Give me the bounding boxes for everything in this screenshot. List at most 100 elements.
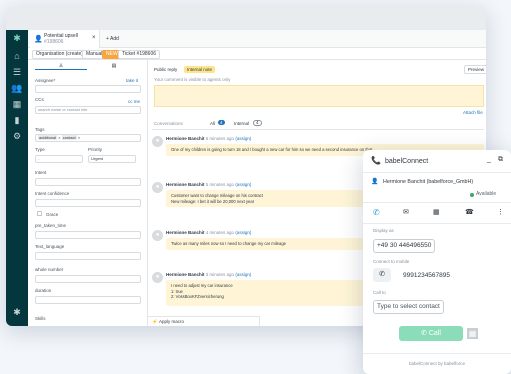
- internal-count-badge: 4: [253, 120, 262, 126]
- message-author[interactable]: Hermione Banchit: [166, 182, 205, 187]
- text-language-input[interactable]: [35, 252, 141, 260]
- panel-title: babelConnect: [385, 158, 429, 165]
- whole-number-input[interactable]: [35, 275, 141, 283]
- divider: [363, 223, 511, 224]
- tags-input[interactable]: additional × contact ×: [35, 134, 141, 142]
- call-button[interactable]: ✆ Call: [399, 326, 463, 341]
- filter-all[interactable]: All: [210, 121, 215, 126]
- pre-taken-time-input[interactable]: [35, 231, 141, 239]
- avatar: ●: [152, 272, 163, 283]
- message-tag[interactable]: (assign): [235, 230, 251, 235]
- take-it-link[interactable]: take it: [126, 78, 138, 83]
- window-titlebar: [6, 6, 486, 30]
- ticket-crumb[interactable]: Ticket #198606: [118, 50, 161, 59]
- panel-tab-bar: ✆ ✉ ▦ ☎ ⋮: [363, 205, 511, 221]
- intent-confidence-label: Intent confidence: [35, 191, 70, 196]
- skills-label: Skills: [35, 316, 46, 321]
- preview-button[interactable]: Preview: [464, 65, 486, 74]
- divider: [363, 202, 511, 203]
- all-count-badge: 4: [218, 120, 225, 125]
- cc-me-link[interactable]: cc me: [128, 99, 140, 104]
- attach-file-link[interactable]: Attach file: [463, 110, 483, 115]
- ticket-sidebar: ♙ ▤ Assignee* take it CCs cc me search n…: [28, 60, 148, 326]
- sidebar-tab-apps[interactable]: ▤: [88, 63, 140, 70]
- more-tab-icon[interactable]: ⋮: [497, 208, 504, 216]
- org-crumb[interactable]: Organisation (create): [32, 50, 87, 59]
- ccs-label: CCs: [35, 97, 44, 102]
- popout-icon[interactable]: ⧉: [498, 156, 503, 164]
- ticket-tab-number: #198606: [44, 39, 64, 45]
- text-language-label: Text_language: [35, 244, 65, 249]
- apply-macro-label: Apply macro: [159, 319, 185, 324]
- message-time: 4 minutes ago: [205, 230, 235, 235]
- message-tag[interactable]: (assign): [235, 272, 251, 277]
- availability-status[interactable]: Available: [476, 191, 496, 197]
- connect-mobile-label: Connect to mobile: [373, 259, 410, 264]
- orgs-icon[interactable]: ▦: [11, 98, 23, 110]
- message-time: 5 minutes ago: [205, 182, 235, 187]
- customers-icon[interactable]: 👥: [11, 82, 23, 94]
- ticket-tabs: 👤 Potential upsell #198606 × + Add: [28, 30, 486, 48]
- message-header: Hermione Banchit 3 minutes ago (assign): [166, 272, 251, 277]
- internal-note-tab[interactable]: Internal note: [184, 66, 216, 73]
- message-author[interactable]: Hermione Banchit: [166, 136, 205, 141]
- dialpad-icon[interactable]: ▦: [467, 328, 478, 339]
- tag-chip[interactable]: additional: [38, 135, 58, 140]
- conversation-filter: Conversations All 4 Internal 4: [152, 120, 484, 130]
- message-tag[interactable]: (assign): [235, 136, 251, 141]
- sidebar-tab-user[interactable]: ♙: [35, 63, 87, 70]
- mobile-phone-icon: ✆: [373, 268, 391, 282]
- transfer-tab-icon[interactable]: ☎: [465, 208, 474, 216]
- phone-icon: 📞: [371, 156, 381, 165]
- public-reply-tab[interactable]: Public reply: [154, 67, 177, 72]
- avatar: ●: [152, 230, 163, 241]
- message-header: Hermione Banchit 4 minutes ago (assign): [166, 230, 251, 235]
- babelconnect-panel: 📞 babelConnect _ ⧉ 👤 Hermione Banchit (b…: [363, 150, 511, 374]
- message-header: Hermione Banchit 5 minutes ago (assign): [166, 182, 251, 187]
- apply-macro-bar[interactable]: ⚡ Apply macro: [148, 316, 260, 326]
- intent-input[interactable]: [35, 178, 141, 186]
- settings-icon[interactable]: ⚙: [11, 130, 23, 142]
- grace-checkbox[interactable]: [37, 211, 42, 216]
- note-textarea[interactable]: [154, 85, 484, 107]
- message-author[interactable]: Hermione Banchit: [166, 230, 205, 235]
- display-as-label: Display as: [373, 228, 394, 233]
- filter-internal[interactable]: Internal: [234, 121, 249, 126]
- duration-input[interactable]: [35, 296, 141, 304]
- divider: [363, 353, 511, 354]
- sms-tab-icon[interactable]: ✉: [403, 208, 409, 216]
- home-icon[interactable]: ⌂: [11, 50, 23, 62]
- keypad-tab-icon[interactable]: ▦: [433, 208, 440, 216]
- macro-icon: ⚡: [152, 319, 158, 324]
- message-tag[interactable]: (assign): [235, 182, 251, 187]
- message-time: 3 minutes ago: [205, 272, 235, 277]
- add-tab-button[interactable]: + Add: [106, 36, 119, 42]
- assignee-select[interactable]: [35, 85, 141, 93]
- tag-chip[interactable]: contact: [61, 135, 77, 140]
- ticket-tab[interactable]: 👤 Potential upsell #198606 ×: [30, 30, 100, 48]
- grace-label: Grace: [46, 212, 59, 217]
- left-nav: ✱ ⌂ ☰ 👥 ▦ ▮ ⚙ ✱: [6, 30, 28, 326]
- contact-icon: 👤: [371, 179, 379, 185]
- views-icon[interactable]: ☰: [11, 66, 23, 78]
- message-author[interactable]: Hermione Banchit: [166, 272, 205, 277]
- connect-mobile-number[interactable]: 9991234567895: [403, 272, 450, 279]
- close-icon[interactable]: ×: [92, 35, 96, 41]
- call-to-input[interactable]: Type to select contact: [373, 300, 444, 314]
- conversations-dropdown[interactable]: Conversations: [154, 121, 183, 126]
- priority-select[interactable]: Urgent: [88, 155, 136, 163]
- display-as-select[interactable]: +49 30 446496550: [373, 239, 436, 253]
- type-select[interactable]: -: [35, 155, 83, 163]
- intent-confidence-input[interactable]: [35, 199, 141, 207]
- cc-input[interactable]: search name or contact info: [35, 106, 141, 114]
- priority-label: Priority: [88, 147, 103, 152]
- message-time: 6 minutes ago: [205, 136, 235, 141]
- phone-tab-icon[interactable]: ✆: [373, 208, 380, 217]
- call-label: Call: [428, 330, 441, 337]
- minimize-icon[interactable]: _: [487, 156, 491, 163]
- zendesk-icon[interactable]: ✱: [11, 306, 23, 318]
- pre-taken-time-label: pre_taken_time: [35, 223, 67, 228]
- panel-footer: babelConnect by babelforce: [408, 361, 466, 366]
- logo-icon[interactable]: ✱: [11, 32, 23, 44]
- reports-icon[interactable]: ▮: [11, 114, 23, 126]
